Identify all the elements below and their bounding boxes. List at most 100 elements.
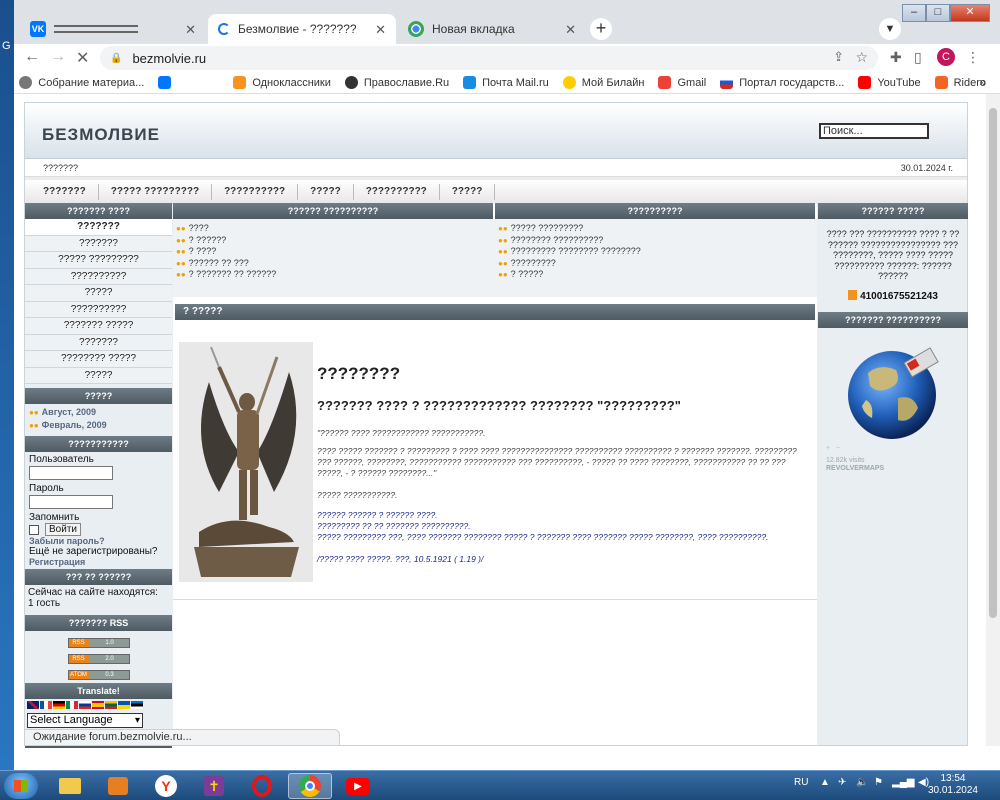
register-link[interactable]: Регистрация [29,557,168,567]
network-signal-icon[interactable]: ▂▄▆ [892,777,914,788]
back-icon[interactable]: ← [24,48,40,66]
list-item[interactable]: ●●? ???? [176,246,492,258]
new-tab-button[interactable]: + [590,18,612,40]
main-menu-item[interactable]: ????? [25,367,172,384]
top-menu-item[interactable]: ?????????? [354,183,440,200]
flag-fr-icon[interactable] [40,701,52,709]
top-menu-item[interactable]: ????? [440,183,496,200]
list-item[interactable]: ●●????? ????????? [498,223,814,235]
main-menu-item[interactable]: ???????? ????? [25,351,172,368]
flag-it-icon[interactable] [66,701,78,709]
main-menu-item[interactable]: ??????? [25,219,172,236]
close-icon[interactable]: ✕ [375,22,386,38]
flag-es-icon[interactable] [92,701,104,709]
atom-badge[interactable]: ATOM 0.3 [67,670,130,680]
opera-icon[interactable] [240,773,284,799]
menu-icon[interactable]: ⋮ [966,49,980,66]
remember-checkbox[interactable] [29,524,39,535]
bookmark-item[interactable]: Почта Mail.ru [463,76,549,89]
forgot-password-link[interactable]: Забыли пароль? [29,536,168,546]
profile-avatar[interactable]: C [937,48,955,66]
top-menu-item[interactable]: ????? ????????? [99,183,213,200]
bookmark-item[interactable]: Одноклассники [233,76,331,89]
list-item[interactable]: ●●???? [176,223,492,235]
revolvermaps-widget[interactable]: + − 12.82k visits REVOLVERMAPS [818,328,968,472]
flag-ru-icon[interactable] [79,701,91,709]
media-player-icon[interactable] [96,773,140,799]
bookmark-star-icon[interactable]: ☆ [855,49,868,66]
scrollbar-thumb[interactable] [989,108,997,618]
tray-arrow-icon[interactable]: ▲ [820,777,830,788]
list-item[interactable]: ●●????????? [498,258,814,270]
archive-item[interactable]: ●● Август, 2009 [29,406,168,419]
top-menu-item[interactable]: ??????? [31,183,99,200]
list-item[interactable]: ●●? ?????? [176,235,492,247]
list-item[interactable]: ●●????????? ???????? ???????? [498,246,814,258]
site-title[interactable]: БЕЗМОЛВИЕ [42,125,160,145]
main-menu-item[interactable]: ????? [25,285,172,302]
stop-icon[interactable]: ✕ [76,48,89,68]
wallet-number[interactable]: 41001675521243 [818,289,968,302]
bookmark-item[interactable]: Православие.Ru [344,76,449,89]
bookmark-item[interactable]: Портал государств... [720,76,844,89]
flag-de-icon[interactable] [53,701,65,709]
list-item[interactable]: ●●?????? ?? ??? [176,258,492,270]
list-item[interactable]: ●●? ??????? ?? ?????? [176,269,492,281]
list-item[interactable]: ●●? ????? [498,269,814,281]
archive-item[interactable]: ●● Февраль, 2009 [29,419,168,432]
password-input[interactable] [29,495,113,509]
prayer-book-icon[interactable]: ✝ [192,773,236,799]
forward-icon[interactable]: → [50,48,66,66]
top-menu-item[interactable]: ????? [298,183,354,200]
main-menu-item[interactable]: ?????????? [25,268,172,285]
explorer-icon[interactable] [48,773,92,799]
list-item[interactable]: ●●???????? ?????????? [498,235,814,247]
chrome-taskbar-icon[interactable] [288,773,332,799]
login-button[interactable]: Войти [45,523,81,536]
bookmarks-more-button[interactable]: » [979,75,986,89]
extensions-icon[interactable]: ✚ [890,49,902,66]
main-menu-item[interactable]: ?????????? [25,301,172,318]
tab-bezmolvie[interactable]: Безмолвие - ??????? ✕ [208,14,396,44]
yandex-browser-icon[interactable]: Y [144,773,188,799]
close-icon[interactable]: ✕ [565,22,576,38]
share-icon[interactable]: ⇪ [833,49,844,65]
side-panel-icon[interactable]: ▯ [914,49,922,66]
bookmark-item[interactable]: YouTube [858,76,921,89]
rss-badge[interactable]: RSS 2.0 [67,654,130,664]
rss-badge[interactable]: RSS 1.0 [67,638,130,648]
tab-vk[interactable]: VK ✕ [20,14,206,44]
flag-ua-icon[interactable] [118,701,130,709]
bookmark-item[interactable]: Gmail [658,76,706,89]
bookmark-item[interactable] [158,76,177,89]
address-bar[interactable]: 🔒 bezmolvie.ru ⇪ ☆ [100,46,878,70]
maximize-button[interactable]: □ [926,4,950,22]
main-menu-item[interactable]: ??????? ????? [25,318,172,335]
language-indicator[interactable]: RU [794,777,808,788]
start-button[interactable] [4,773,38,799]
language-select[interactable]: Select Language [27,713,143,728]
zoom-controls[interactable]: + − [826,445,884,453]
close-icon[interactable]: ✕ [185,22,196,38]
tab-new[interactable]: Новая вкладка ✕ [398,14,586,44]
vertical-scrollbar[interactable] [986,94,1000,746]
flag-lt-icon[interactable] [105,701,117,709]
search-input[interactable]: Поиск... [819,123,929,139]
username-input[interactable] [29,466,113,480]
telegram-icon[interactable]: ✈ [838,777,846,788]
minimize-button[interactable]: – [902,4,926,22]
close-window-button[interactable]: ✕ [950,4,990,22]
volume-icon[interactable]: 🔈 [856,777,868,788]
flag-uk-icon[interactable] [27,701,39,709]
flag-ee-icon[interactable] [131,701,143,709]
flag-tray-icon[interactable]: ⚑ [874,777,883,788]
tab-search-button[interactable]: ▼ [879,18,901,40]
bookmark-item[interactable]: Ridero [934,76,986,89]
top-menu-item[interactable]: ?????????? [212,183,299,200]
bookmark-item[interactable]: Мой Билайн [562,76,644,89]
bookmark-item[interactable]: Собрание материа... [19,76,144,89]
youtube-taskbar-icon[interactable]: ▶ [336,773,380,799]
main-menu-item[interactable]: ??????? [25,334,172,351]
main-menu-item[interactable]: ??????? [25,235,172,252]
main-menu-item[interactable]: ????? ????????? [25,252,172,269]
